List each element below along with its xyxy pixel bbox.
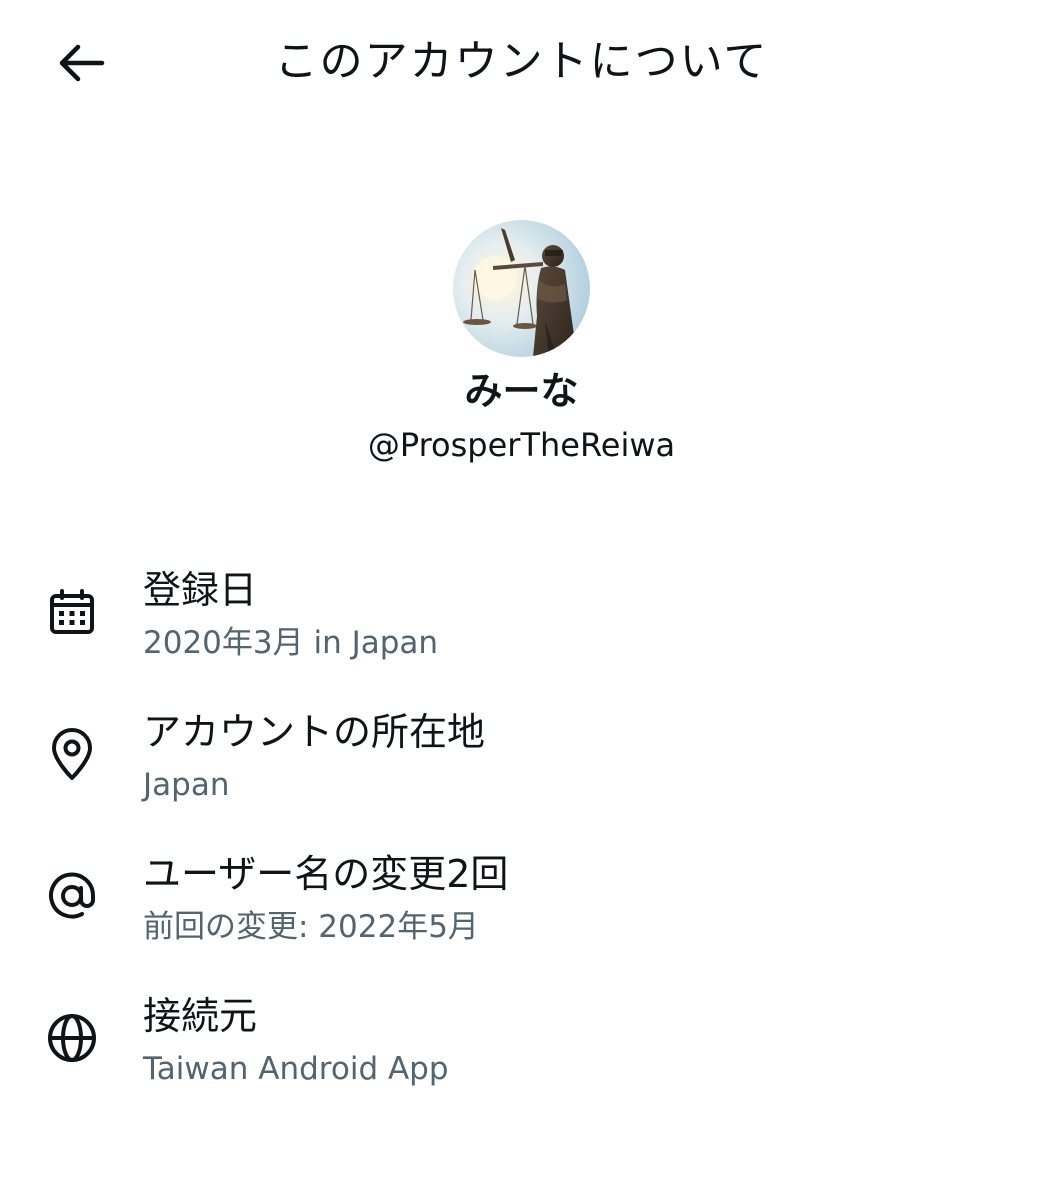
info-row-connected-via: 接続元 Taiwan Android App xyxy=(0,986,1043,1128)
avatar[interactable] xyxy=(453,220,590,357)
profile-summary: みーな @ProsperTheReiwa xyxy=(0,220,1043,465)
location-pin-icon xyxy=(52,728,92,780)
info-value-connected-via: Taiwan Android App xyxy=(143,1051,449,1087)
at-sign-icon xyxy=(49,872,96,919)
info-title-joined: 登録日 xyxy=(143,568,258,612)
statue-of-justice-image xyxy=(453,220,590,357)
info-title-location: アカウントの所在地 xyxy=(143,710,486,754)
username-handle: @ProsperTheReiwa xyxy=(367,426,676,464)
info-title-connected-via: 接続元 xyxy=(143,994,258,1038)
info-title-username-changes: ユーザー名の変更2回 xyxy=(143,852,509,896)
info-value-location: Japan xyxy=(143,767,230,803)
display-name: みーな xyxy=(464,369,579,413)
info-row-username-changes: ユーザー名の変更2回 前回の変更: 2022年5月 xyxy=(0,844,1043,986)
globe-icon xyxy=(48,1014,96,1062)
calendar-icon xyxy=(50,589,94,634)
top-bar: このアカウントについて xyxy=(0,0,1043,125)
info-row-joined-date: 登録日 2020年3月 in Japan xyxy=(0,560,1043,702)
info-row-account-location: アカウントの所在地 Japan xyxy=(0,702,1043,844)
info-value-joined: 2020年3月 in Japan xyxy=(143,625,439,661)
page-title: このアカウントについて xyxy=(274,37,769,87)
info-value-username-changes: 前回の変更: 2022年5月 xyxy=(143,909,479,945)
account-info-list: 登録日 2020年3月 in Japan アカウントの所在地 Japan ユーザ… xyxy=(0,560,1043,1128)
